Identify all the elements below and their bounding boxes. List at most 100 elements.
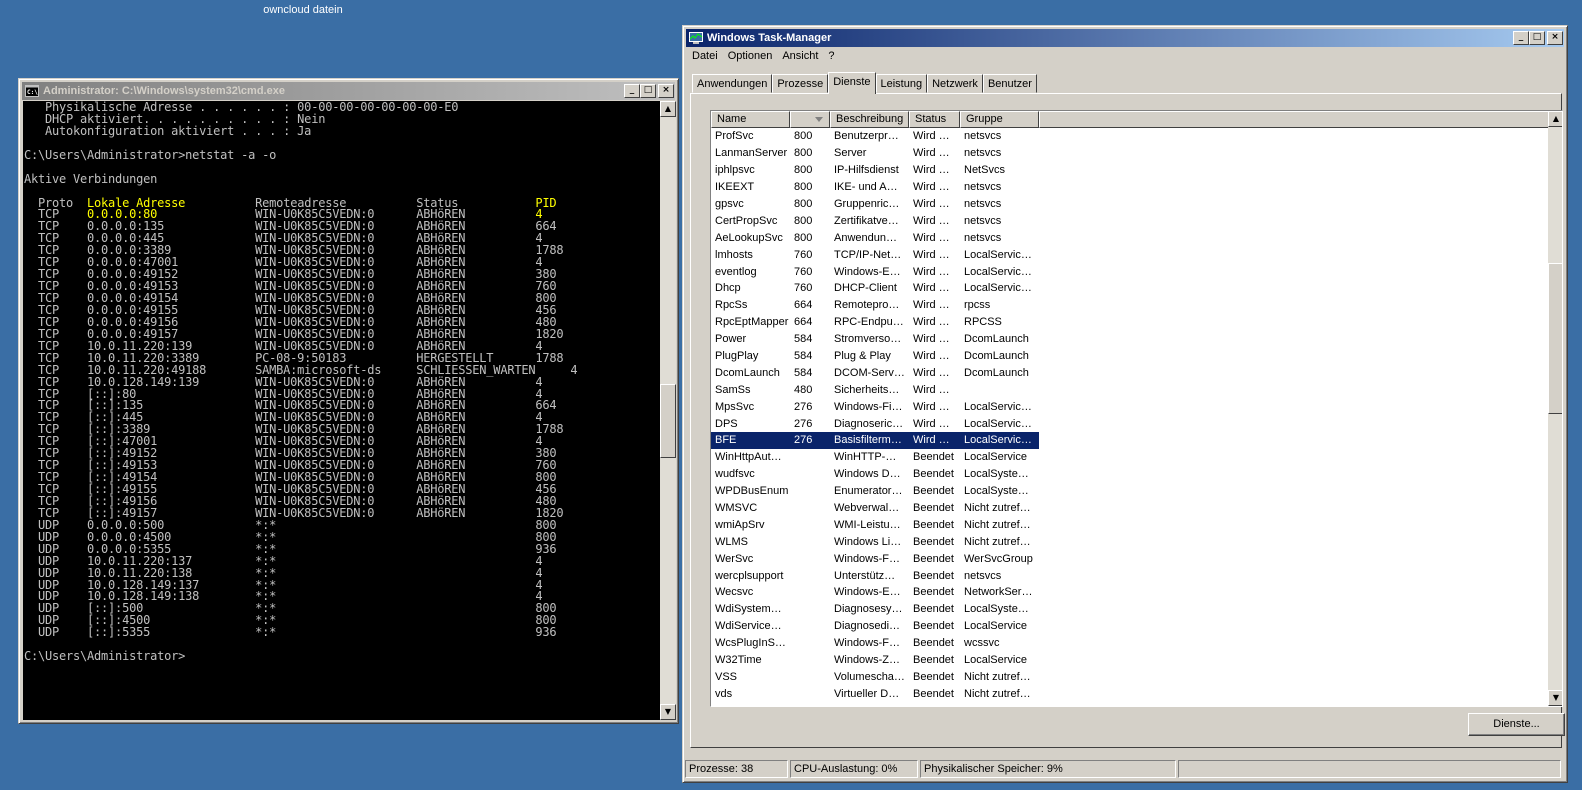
table-row[interactable]: SamSs 480 Sicherheits… Wird … <box>711 381 1549 398</box>
cmd-scrollbar[interactable]: ▲ ▼ <box>660 101 676 720</box>
table-row[interactable]: wudfsvc Windows D… Beendet LocalSyste… <box>711 466 1549 483</box>
maximize-button[interactable]: □ <box>640 84 656 98</box>
tab-benutzer[interactable]: Benutzer <box>982 74 1037 93</box>
desktop-icon-label[interactable]: owncloud datein <box>258 4 348 16</box>
cell-name: gpsvc <box>715 198 744 210</box>
table-row[interactable]: MpsSvc 276 Windows-Fi… Wird … LocalServic… <box>711 398 1549 415</box>
table-row[interactable]: WLMS Windows Li… Beendet Nicht zutref… <box>711 533 1549 550</box>
list-scrollbar[interactable]: ▲ ▼ <box>1548 111 1562 706</box>
services-button[interactable]: Dienste... <box>1468 713 1565 736</box>
cell-group: netsvcs <box>964 147 1002 160</box>
cell-pid: 800 <box>794 198 813 210</box>
console-output[interactable]: Physikalische Adresse . . . . . . : 00-0… <box>23 101 660 720</box>
column-gruppe[interactable]: Gruppe <box>960 111 1039 128</box>
tab-anwendungen[interactable]: Anwendungen <box>692 74 773 93</box>
column-status[interactable]: Status <box>909 111 960 128</box>
cell-status: Wird … <box>913 181 950 194</box>
table-row[interactable]: vds Virtueller D… Beendet Nicht zutref… <box>711 685 1549 702</box>
close-button[interactable]: × <box>658 84 674 98</box>
status-memory: Physikalischer Speicher: 9% <box>920 760 1176 778</box>
table-row[interactable]: WcsPlugInS… Windows-F… Beendet wcssvc <box>711 635 1549 652</box>
scroll-up-icon[interactable]: ▲ <box>660 101 676 117</box>
table-row[interactable]: PlugPlay 584 Plug & Play Wird … DcomLaunch <box>711 348 1549 365</box>
table-row[interactable]: wmiApSrv WMI-Leistu… Beendet Nicht zutref… <box>711 516 1549 533</box>
table-row[interactable]: RpcEptMapper 664 RPC-Endpu… Wird … RPCSS <box>711 314 1549 331</box>
minimize-button[interactable]: _ <box>1513 31 1529 45</box>
scroll-up-icon[interactable]: ▲ <box>1548 111 1562 127</box>
table-row[interactable]: BFE 276 Basisfilterm… Wird … LocalServic… <box>711 432 1549 449</box>
table-row[interactable]: CertPropSvc 800 Zertifikatve… Wird … netsvcs <box>711 212 1549 229</box>
cell-group: NetworkSer… <box>964 586 1033 599</box>
menu-datei[interactable]: Datei <box>687 48 723 66</box>
table-row[interactable]: ProfSvc 800 Benutzerpr… Wird … netsvcs <box>711 128 1549 145</box>
cmd-titlebar[interactable]: C:\ Administrator: C:\Windows\system32\c… <box>22 82 675 100</box>
table-row[interactable]: eventlog 760 Windows-E… Wird … LocalServic… <box>711 263 1549 280</box>
menu-optionen[interactable]: Optionen <box>723 48 778 66</box>
scroll-thumb[interactable] <box>1548 263 1562 414</box>
table-row[interactable]: iphlpsvc 800 IP-Hilfsdienst Wird … NetSvcs <box>711 162 1549 179</box>
row-cells: PlugPlay 584 Plug & Play Wird … DcomLaunch <box>711 348 1039 365</box>
table-row[interactable]: Power 584 Stromverso… Wird … DcomLaunch <box>711 331 1549 348</box>
table-row[interactable]: RpcSs 664 Remotepro… Wird … rpcss <box>711 297 1549 314</box>
cell-name: wudfsvc <box>715 468 755 481</box>
scroll-down-icon[interactable]: ▼ <box>660 704 676 720</box>
tab-leistung[interactable]: Leistung <box>875 74 928 93</box>
minimize-button[interactable]: _ <box>624 84 640 98</box>
row-cells: WPDBusEnum Enumerator… Beendet LocalSyste… <box>711 483 1039 500</box>
table-row[interactable]: WerSvc Windows-F… Beendet WerSvcGroup <box>711 550 1549 567</box>
cell-pid: 800 <box>794 147 813 160</box>
menu-help[interactable]: ? <box>823 48 839 66</box>
cmd-window[interactable]: C:\ Administrator: C:\Windows\system32\c… <box>18 78 679 724</box>
cell-name: DcomLaunch <box>715 366 780 379</box>
table-row[interactable]: Wecsvc Windows-E… Beendet NetworkSer… <box>711 584 1549 601</box>
row-cells: IKEEXT 800 IKE- und A… Wird … netsvcs <box>711 179 1039 196</box>
table-row[interactable]: DcomLaunch 584 DCOM-Serv… Wird … DcomLaunch <box>711 364 1549 381</box>
cell-name: WdiSystem… <box>715 603 782 616</box>
tab-netzwerk[interactable]: Netzwerk <box>927 74 983 93</box>
table-row[interactable]: WdiService… Diagnosedi… Beendet LocalServic… <box>711 618 1549 635</box>
cell-name: iphlpsvc <box>715 164 755 177</box>
row-cells: vds Virtueller D… Beendet Nicht zutref… <box>711 685 1039 702</box>
table-row[interactable]: WMSVC Webverwal… Beendet Nicht zutref… <box>711 500 1549 517</box>
table-row[interactable]: wercplsupport Unterstütz… Beendet netsvcs <box>711 567 1549 584</box>
row-cells: WdiService… Diagnosedi… Beendet LocalServic… <box>711 618 1039 635</box>
tab-prozesse[interactable]: Prozesse <box>772 74 829 93</box>
table-row[interactable]: WdiSystem… Diagnosesy… Beendet LocalSyste… <box>711 601 1549 618</box>
table-row[interactable]: LanmanServer 800 Server Wird … netsvcs <box>711 145 1549 162</box>
cell-group: LocalServic… <box>964 417 1032 430</box>
cell-status: Wird … <box>913 383 950 396</box>
tab-dienste[interactable]: Dienste <box>828 72 876 94</box>
taskmanager-window[interactable]: Windows Task-Manager _ □ × Datei Optione… <box>682 25 1568 783</box>
column-name[interactable]: Name <box>711 111 790 128</box>
cell-name: WLMS <box>715 535 748 548</box>
column-beschreibung[interactable]: Beschreibung <box>830 111 909 128</box>
cell-pid: 584 <box>794 350 813 363</box>
cell-description: Windows-E… <box>834 265 901 278</box>
table-row[interactable]: VSS Volumescha… Beendet Nicht zutref… <box>711 669 1549 686</box>
table-row[interactable]: WPDBusEnum Enumerator… Beendet LocalSyste… <box>711 483 1549 500</box>
scroll-down-icon[interactable]: ▼ <box>1548 690 1562 706</box>
table-row[interactable]: Dhcp 760 DHCP-Client Wird … LocalServic… <box>711 280 1549 297</box>
cell-group: rpcss <box>964 299 991 312</box>
maximize-button[interactable]: □ <box>1529 31 1545 45</box>
table-row[interactable]: DPS 276 Diagnoseric… Wird … LocalServic… <box>711 415 1549 432</box>
column-pid[interactable] <box>790 111 830 128</box>
scroll-thumb[interactable] <box>660 384 676 458</box>
cell-pid: 800 <box>794 164 813 177</box>
table-row[interactable]: IKEEXT 800 IKE- und A… Wird … netsvcs <box>711 179 1549 196</box>
taskmanager-titlebar[interactable]: Windows Task-Manager _ □ × <box>686 29 1564 47</box>
table-row[interactable]: W32Time Windows-Z… Beendet LocalService <box>711 652 1549 669</box>
cell-group: LocalServic… <box>964 400 1032 413</box>
table-row[interactable]: WinHttpAut… WinHTTP-… Beendet LocalService <box>711 449 1549 466</box>
cell-group: netsvcs <box>964 130 1002 143</box>
cell-status: Beendet <box>913 687 954 700</box>
row-cells: Wecsvc Windows-E… Beendet NetworkSer… <box>711 584 1039 601</box>
table-row[interactable]: AeLookupSvc 800 Anwendun… Wird … netsvcs <box>711 229 1549 246</box>
list-rows: ProfSvc 800 Benutzerpr… Wird … netsvcs Lanman… <box>711 128 1549 702</box>
row-cells: CertPropSvc 800 Zertifikatve… Wird … netsvcs <box>711 212 1039 229</box>
menu-ansicht[interactable]: Ansicht <box>777 48 823 66</box>
services-list[interactable]: Name Beschreibung Status Gruppe ProfSvc 8… <box>710 110 1563 707</box>
close-button[interactable]: × <box>1547 31 1563 45</box>
table-row[interactable]: lmhosts 760 TCP/IP-Net… Wird … LocalServic… <box>711 246 1549 263</box>
table-row[interactable]: gpsvc 800 Gruppenric… Wird … netsvcs <box>711 196 1549 213</box>
